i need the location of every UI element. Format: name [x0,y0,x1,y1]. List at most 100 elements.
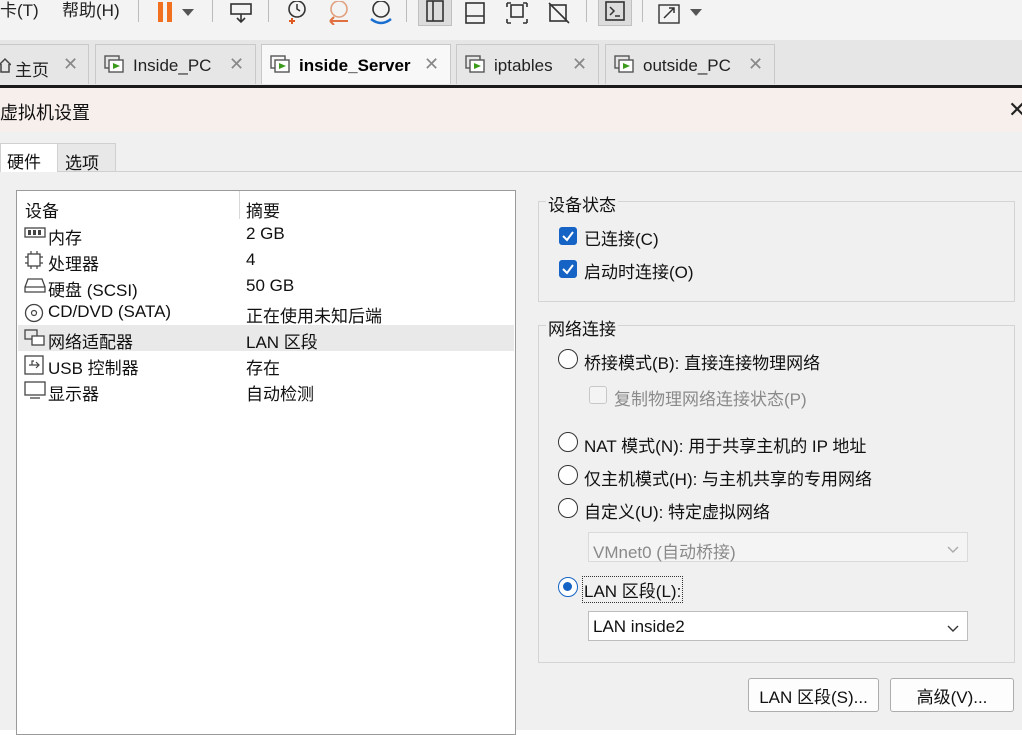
menu-item-tabs[interactable]: 卡(T) [0,0,39,21]
menu-item-help[interactable]: 帮助(H) [62,0,120,21]
close-icon[interactable]: ✕ [572,54,587,75]
vm-running-icon [465,55,485,73]
custom-radio[interactable] [558,498,578,518]
device-summary: 存在 [246,359,280,378]
tab-hardware[interactable]: 硬件 [0,143,58,172]
device-summary: 4 [246,250,256,269]
device-status-group [538,201,1015,302]
device-name: 网络适配器 [48,333,133,352]
send-keys-icon[interactable] [226,0,256,26]
tab-iptables[interactable]: iptables ✕ [456,44,599,84]
bridged-radio[interactable] [558,349,578,369]
tab-label: 主页 [15,61,49,80]
fit-guest-icon[interactable] [502,0,532,26]
tab-label: 选项 [65,154,99,173]
toolbar-divider [138,0,139,22]
network-adapter-icon [24,329,45,347]
lan-segment-radio[interactable] [558,577,578,597]
tab-inside-pc[interactable]: Inside_PC ✕ [95,44,256,84]
select-value: VMnet0 (自动桥接) [593,543,736,562]
column-header-device: 设备 [25,202,59,221]
tab-inside-server[interactable]: inside_Server ✕ [261,44,451,84]
toolbar-divider [406,0,407,22]
dropdown-arrow-icon[interactable] [178,0,198,26]
display-icon [24,381,46,399]
toolbar-divider [268,0,269,22]
connect-at-power-on-label[interactable]: 启动时连接(O) [584,258,694,283]
vm-running-icon [104,55,124,73]
fullscreen-icon[interactable] [654,0,684,26]
close-icon[interactable]: ✕ [748,54,763,75]
tab-label: inside_Server [299,56,411,75]
host-only-radio[interactable] [558,465,578,485]
usb-icon [24,355,44,375]
toolbar: 卡(T) 帮助(H) [0,0,1022,40]
toolbar-divider [212,0,213,22]
custom-network-select[interactable]: VMnet0 (自动桥接) [588,532,968,562]
processor-icon [24,251,44,269]
tab-options[interactable]: 选项 [58,143,116,173]
memory-icon [24,225,46,243]
chevron-down-icon [947,540,959,560]
device-row-usb[interactable]: USB 控制器 存在 [18,351,514,378]
custom-label[interactable]: 自定义(U): 特定虚拟网络 [584,498,770,523]
advanced-button[interactable]: 高级(V)... [890,678,1014,712]
device-summary: 2 GB [246,224,285,243]
device-row-cd-dvd[interactable]: CD/DVD (SATA) 正在使用未知后端 [18,299,514,326]
dropdown-arrow-icon[interactable] [686,0,706,26]
device-row-display[interactable]: 显示器 自动检测 [18,377,514,404]
console-icon[interactable] [598,0,632,26]
pause-icon[interactable] [150,0,180,26]
snapshot-revert-icon[interactable] [324,0,354,26]
device-name: 显示器 [48,385,99,404]
tab-outside-pc[interactable]: outside_PC ✕ [605,44,775,84]
close-icon[interactable]: ✕ [1008,97,1022,123]
device-summary: 50 GB [246,276,295,295]
column-header-summary: 摘要 [246,202,280,221]
device-row-memory[interactable]: 内存 2 GB [18,221,514,248]
group-title: 网络连接 [546,315,618,340]
device-list: 设备 摘要 内存 2 GB 处理器 4 硬盘 (SCSI) 50 GB CD/D… [16,190,516,735]
device-summary: LAN 区段 [246,333,318,352]
dialog-title: 虚拟机设置 [0,103,90,123]
close-icon[interactable]: ✕ [424,54,439,75]
tab-home[interactable]: 主页 ✕ [0,44,89,84]
home-icon [0,57,12,78]
replicate-state-checkbox[interactable] [589,386,607,404]
nat-radio[interactable] [558,432,578,452]
thumbnail-bar-icon[interactable] [460,0,490,26]
tab-label: iptables [494,56,553,75]
device-name: USB 控制器 [48,359,139,378]
select-value: LAN inside2 [593,617,685,636]
library-view-icon[interactable] [418,0,452,26]
close-icon[interactable]: ✕ [63,54,78,75]
subtab-divider [0,171,1022,172]
connect-at-power-on-checkbox[interactable] [559,260,577,278]
host-only-label[interactable]: 仅主机模式(H): 与主机共享的专用网络 [584,465,872,490]
device-row-processor[interactable]: 处理器 4 [18,247,514,274]
device-name: 内存 [48,229,82,248]
lan-segments-button[interactable]: LAN 区段(S)... [748,678,879,712]
group-title: 设备状态 [546,191,618,216]
device-row-network-adapter[interactable]: 网络适配器 LAN 区段 [18,325,514,352]
connected-label[interactable]: 已连接(C) [584,225,659,250]
tab-label: 硬件 [7,153,41,172]
toolbar-divider [642,0,643,22]
column-divider [239,191,240,219]
lan-segment-select[interactable]: LAN inside2 [588,611,968,641]
dialog-title-bar: 虚拟机设置 ✕ [0,88,1022,132]
device-row-hard-disk[interactable]: 硬盘 (SCSI) 50 GB [18,273,514,300]
vm-running-icon [614,55,634,73]
unity-icon[interactable] [544,0,574,26]
tab-label: Inside_PC [133,56,212,75]
bridged-label[interactable]: 桥接模式(B): 直接连接物理网络 [584,349,820,374]
lan-segment-label[interactable]: LAN 区段(L): [582,576,684,603]
connected-checkbox[interactable] [559,227,577,245]
close-icon[interactable]: ✕ [229,54,244,75]
nat-label[interactable]: NAT 模式(N): 用于共享主机的 IP 地址 [584,432,866,457]
device-summary: 自动检测 [246,385,314,404]
snapshot-take-icon[interactable] [282,0,312,26]
replicate-state-label[interactable]: 复制物理网络连接状态(P) [614,385,807,410]
snapshot-manager-icon[interactable] [366,0,396,26]
tab-label: outside_PC [643,56,731,75]
